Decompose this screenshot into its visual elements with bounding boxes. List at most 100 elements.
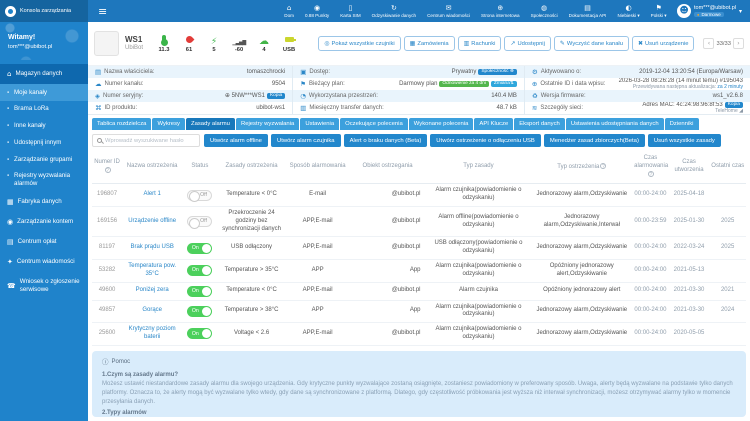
tab-rejestry-wyzwalania[interactable]: Rejestry wyzwalania: [236, 118, 299, 130]
sidebar-sub-item[interactable]: Zarządzanie grupami: [0, 151, 88, 168]
help-a1: Możesz ustawić niestandardowe zasady ala…: [102, 380, 736, 407]
status-toggle[interactable]: On: [187, 286, 212, 297]
topnav-label: Strona internetowa: [481, 13, 520, 18]
status-toggle[interactable]: On: [187, 306, 212, 317]
status-toggle[interactable]: On: [187, 243, 212, 254]
topnav-item[interactable]: ⚑ Polski ▾: [645, 0, 672, 22]
next-device-button[interactable]: ›: [733, 38, 744, 49]
cell-last-time: 2021: [709, 282, 746, 300]
status-toggle[interactable]: On: [187, 328, 212, 339]
cell-created: 2021-03-30: [669, 282, 710, 300]
toolbar-button[interactable]: Alert o braku danych (Beta): [344, 134, 428, 147]
toolbar-button[interactable]: Utwórz ostrzeżenie o odłączeniu USB: [430, 134, 541, 147]
sensor-value: USB: [283, 47, 295, 53]
info-icon[interactable]: ?: [600, 163, 606, 169]
sidebar-sub-item[interactable]: Brama LoRa: [0, 101, 88, 118]
card-action-button[interactable]: ▥Rachunki: [458, 36, 502, 51]
column-header: Status: [182, 151, 217, 184]
cell-alarm-time: 00:00-24:00: [632, 323, 669, 346]
column-header: Czas alarmowania?: [632, 151, 669, 184]
cell-last-time: [709, 259, 746, 282]
status-toggle[interactable]: On: [187, 265, 212, 276]
sidebar-section[interactable]: ▤ Centrum opłat: [0, 232, 88, 252]
detail-value: 9504: [272, 81, 285, 88]
tab-eksport-danych[interactable]: Eksport danych: [514, 118, 565, 130]
sidebar-sub-item[interactable]: Rejestry wyzwalania alarmów: [0, 168, 88, 193]
info-icon[interactable]: ?: [648, 171, 654, 177]
tab-oczekujące-polecenia[interactable]: Oczekujące polecenia: [340, 118, 408, 130]
cell-name-link[interactable]: Alert 1: [122, 184, 182, 207]
card-action-button[interactable]: ✎Wyczyść dane kanału: [554, 36, 629, 51]
help-title: Pomoc: [112, 358, 131, 367]
cell-name-link[interactable]: Krytyczny poziom baterii: [122, 323, 182, 346]
status-toggle[interactable]: Off: [187, 216, 212, 227]
cell-name-link[interactable]: Poniżej zera: [122, 282, 182, 300]
language-icon: ⚑: [655, 4, 661, 12]
hamburger-icon[interactable]: ≡: [98, 5, 107, 18]
search-box: [92, 134, 200, 147]
card-action-button[interactable]: ▦Zamówienia: [404, 36, 455, 51]
toolbar-button[interactable]: Utwórz alarm offline: [204, 134, 268, 147]
column-header: Obiekt ostrzegania: [350, 151, 426, 184]
copy-button[interactable]: Kopia: [267, 93, 285, 100]
topnav-item[interactable]: ▯ Karta SIM: [335, 0, 366, 22]
card-action-button[interactable]: ✖Usuń urządzenie: [632, 36, 695, 51]
cell-status: On: [182, 259, 217, 282]
toolbar-button[interactable]: Usuń wszystkie zasady: [648, 134, 721, 147]
topnav-item[interactable]: ✉ Centrum wiadomości: [422, 0, 476, 22]
main-content: WS1 UbiBot 11.3 61 5 -60 4 USB ◎Pokaż ws…: [88, 22, 750, 421]
info-icon[interactable]: ?: [105, 167, 111, 173]
tab-wykonane-polecenia[interactable]: Wykonane polecenia: [409, 118, 474, 130]
renewal-badge: Odnowienie za 4 dni: [439, 81, 488, 88]
tab-tablica-rozdzielcza[interactable]: Tablica rozdzielcza: [92, 118, 151, 130]
topnav-item[interactable]: ◉ 0.88 Punkty: [299, 0, 334, 22]
toolbar-button[interactable]: Utwórz alarm czujnika: [271, 134, 341, 147]
sidebar-sub-item[interactable]: Inne kanały: [0, 118, 88, 135]
toolbar-button[interactable]: Menedżer zasad zbiorczych(Beta): [544, 134, 645, 147]
detail-label: Ostatnie ID i data wpisu:: [540, 81, 605, 87]
topnav-item[interactable]: ⌂ Dom: [279, 0, 300, 22]
sidebar-section[interactable]: ☎ Wniosek o zgłoszenie serwisowe: [0, 272, 88, 300]
table-header-row: Numer ID?Nazwa ostrzeżeniaStatusZasady o…: [92, 151, 746, 184]
tab-api-klucze[interactable]: API Klucze: [474, 118, 513, 130]
tab-dzienniki[interactable]: Dzienniki: [665, 118, 699, 130]
prev-device-button[interactable]: ‹: [703, 38, 714, 49]
cell-created: 2022-03-24: [669, 237, 710, 260]
tab-ustawienia-udostępniania-danych[interactable]: Ustawienia udostępniania danych: [566, 118, 664, 130]
topnav-item[interactable]: ◍ Społeczności: [525, 0, 563, 22]
column-header: Numer ID?: [92, 151, 122, 184]
search-input[interactable]: [105, 138, 195, 144]
sidebar-section[interactable]: ✦ Centrum wiadomości: [0, 252, 88, 272]
sidebar-section[interactable]: ▦ Fabryka danych: [0, 192, 88, 212]
tab-wykresy[interactable]: Wykresy: [152, 118, 185, 130]
change-plan-button[interactable]: Zmiana⇅: [491, 81, 517, 88]
storage-icon: ◔: [300, 92, 306, 100]
tab-ustawienia[interactable]: Ustawienia: [300, 118, 339, 130]
topnav-item[interactable]: ▤ Dokumentacja API: [563, 0, 612, 22]
cell-name-link[interactable]: Gorące: [122, 300, 182, 323]
column-header: Czas utworzenia: [669, 151, 710, 184]
topnav-items: ⌂ Dom ◉ 0.88 Punkty ▯ Karta SIM ↻ Odzysk…: [279, 0, 672, 22]
cell-name-link[interactable]: Urządzenie offline: [122, 206, 182, 236]
sidebar-sub-item[interactable]: Moje kanały: [0, 84, 88, 101]
sidebar-sub-item[interactable]: Udostępnij innym: [0, 134, 88, 151]
logo[interactable]: Konsola zarządzania: [0, 0, 88, 22]
card-action-button[interactable]: ◎Pokaż wszystkie czujniki: [318, 36, 400, 51]
topnav-item[interactable]: ↻ Odzyskiwanie danych: [366, 0, 421, 22]
detail-label: Dostęp:: [309, 69, 330, 75]
user-menu[interactable]: ☻ tom***@ubibot.pl Darmowe ▾: [672, 4, 750, 18]
sensor-readout: 11.3: [157, 35, 171, 53]
community-badge[interactable]: Społeczność ⊕: [478, 69, 517, 76]
topnav-item[interactable]: ⊕ Strona internetowa: [476, 0, 526, 22]
detail-label: Szczegóły sieci:: [540, 105, 583, 111]
cell-name-link[interactable]: Temperatura pow. 35°C: [122, 259, 182, 282]
cell-name-link[interactable]: Brak prądu USB: [122, 237, 182, 260]
cell-rule: Temperature > 38°C: [218, 300, 286, 323]
sidebar-section[interactable]: ◉ Zarządzanie kontem: [0, 212, 88, 232]
sensor-value: -60: [235, 47, 243, 53]
status-toggle[interactable]: Off: [187, 190, 212, 201]
card-action-button[interactable]: ↗Udostępnij: [504, 36, 550, 51]
topnav-item[interactable]: ◐ Niebieski ▾: [612, 0, 645, 22]
tab-zasady-alarmu[interactable]: Zasady alarmu: [186, 118, 235, 130]
sidebar-section[interactable]: ⌂ Magazyn danych: [0, 64, 88, 84]
